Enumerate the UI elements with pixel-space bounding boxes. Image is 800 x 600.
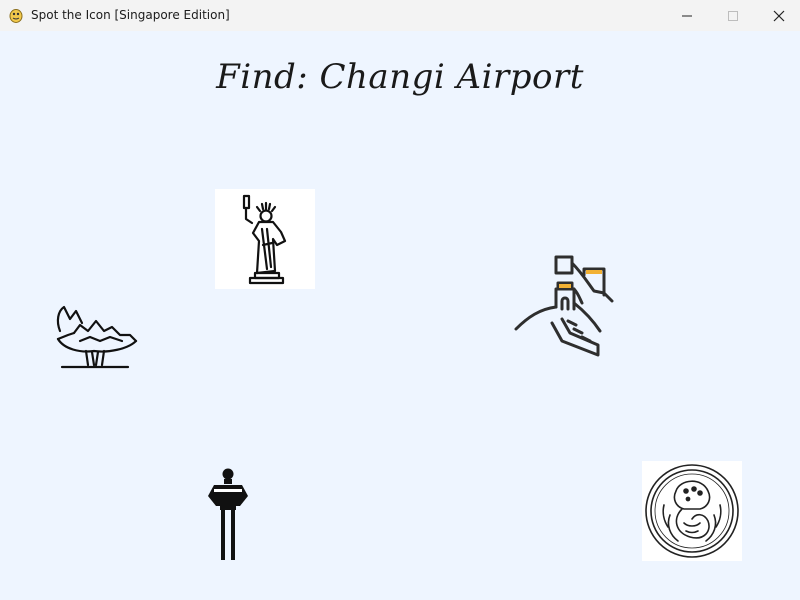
minimize-icon bbox=[682, 15, 692, 16]
find-prompt: Find: Changi Airport bbox=[216, 57, 584, 97]
minimize-button[interactable] bbox=[664, 0, 710, 31]
window-title: Spot the Icon [Singapore Edition] bbox=[31, 8, 230, 22]
close-icon bbox=[773, 10, 785, 21]
maximize-icon bbox=[728, 10, 738, 21]
maximize-button[interactable] bbox=[710, 0, 756, 31]
pygame-snake-icon bbox=[8, 7, 24, 23]
game-canvas: Find: Changi Airport bbox=[0, 31, 800, 600]
merlion-coin-icon[interactable] bbox=[642, 461, 742, 561]
artscience-museum-icon[interactable] bbox=[50, 301, 140, 371]
close-button[interactable] bbox=[756, 0, 800, 31]
great-wall-icon[interactable] bbox=[512, 253, 618, 359]
statue-of-liberty-icon[interactable] bbox=[215, 189, 315, 289]
changi-control-tower-icon[interactable] bbox=[202, 466, 254, 561]
title-bar: Spot the Icon [Singapore Edition] bbox=[0, 0, 800, 32]
